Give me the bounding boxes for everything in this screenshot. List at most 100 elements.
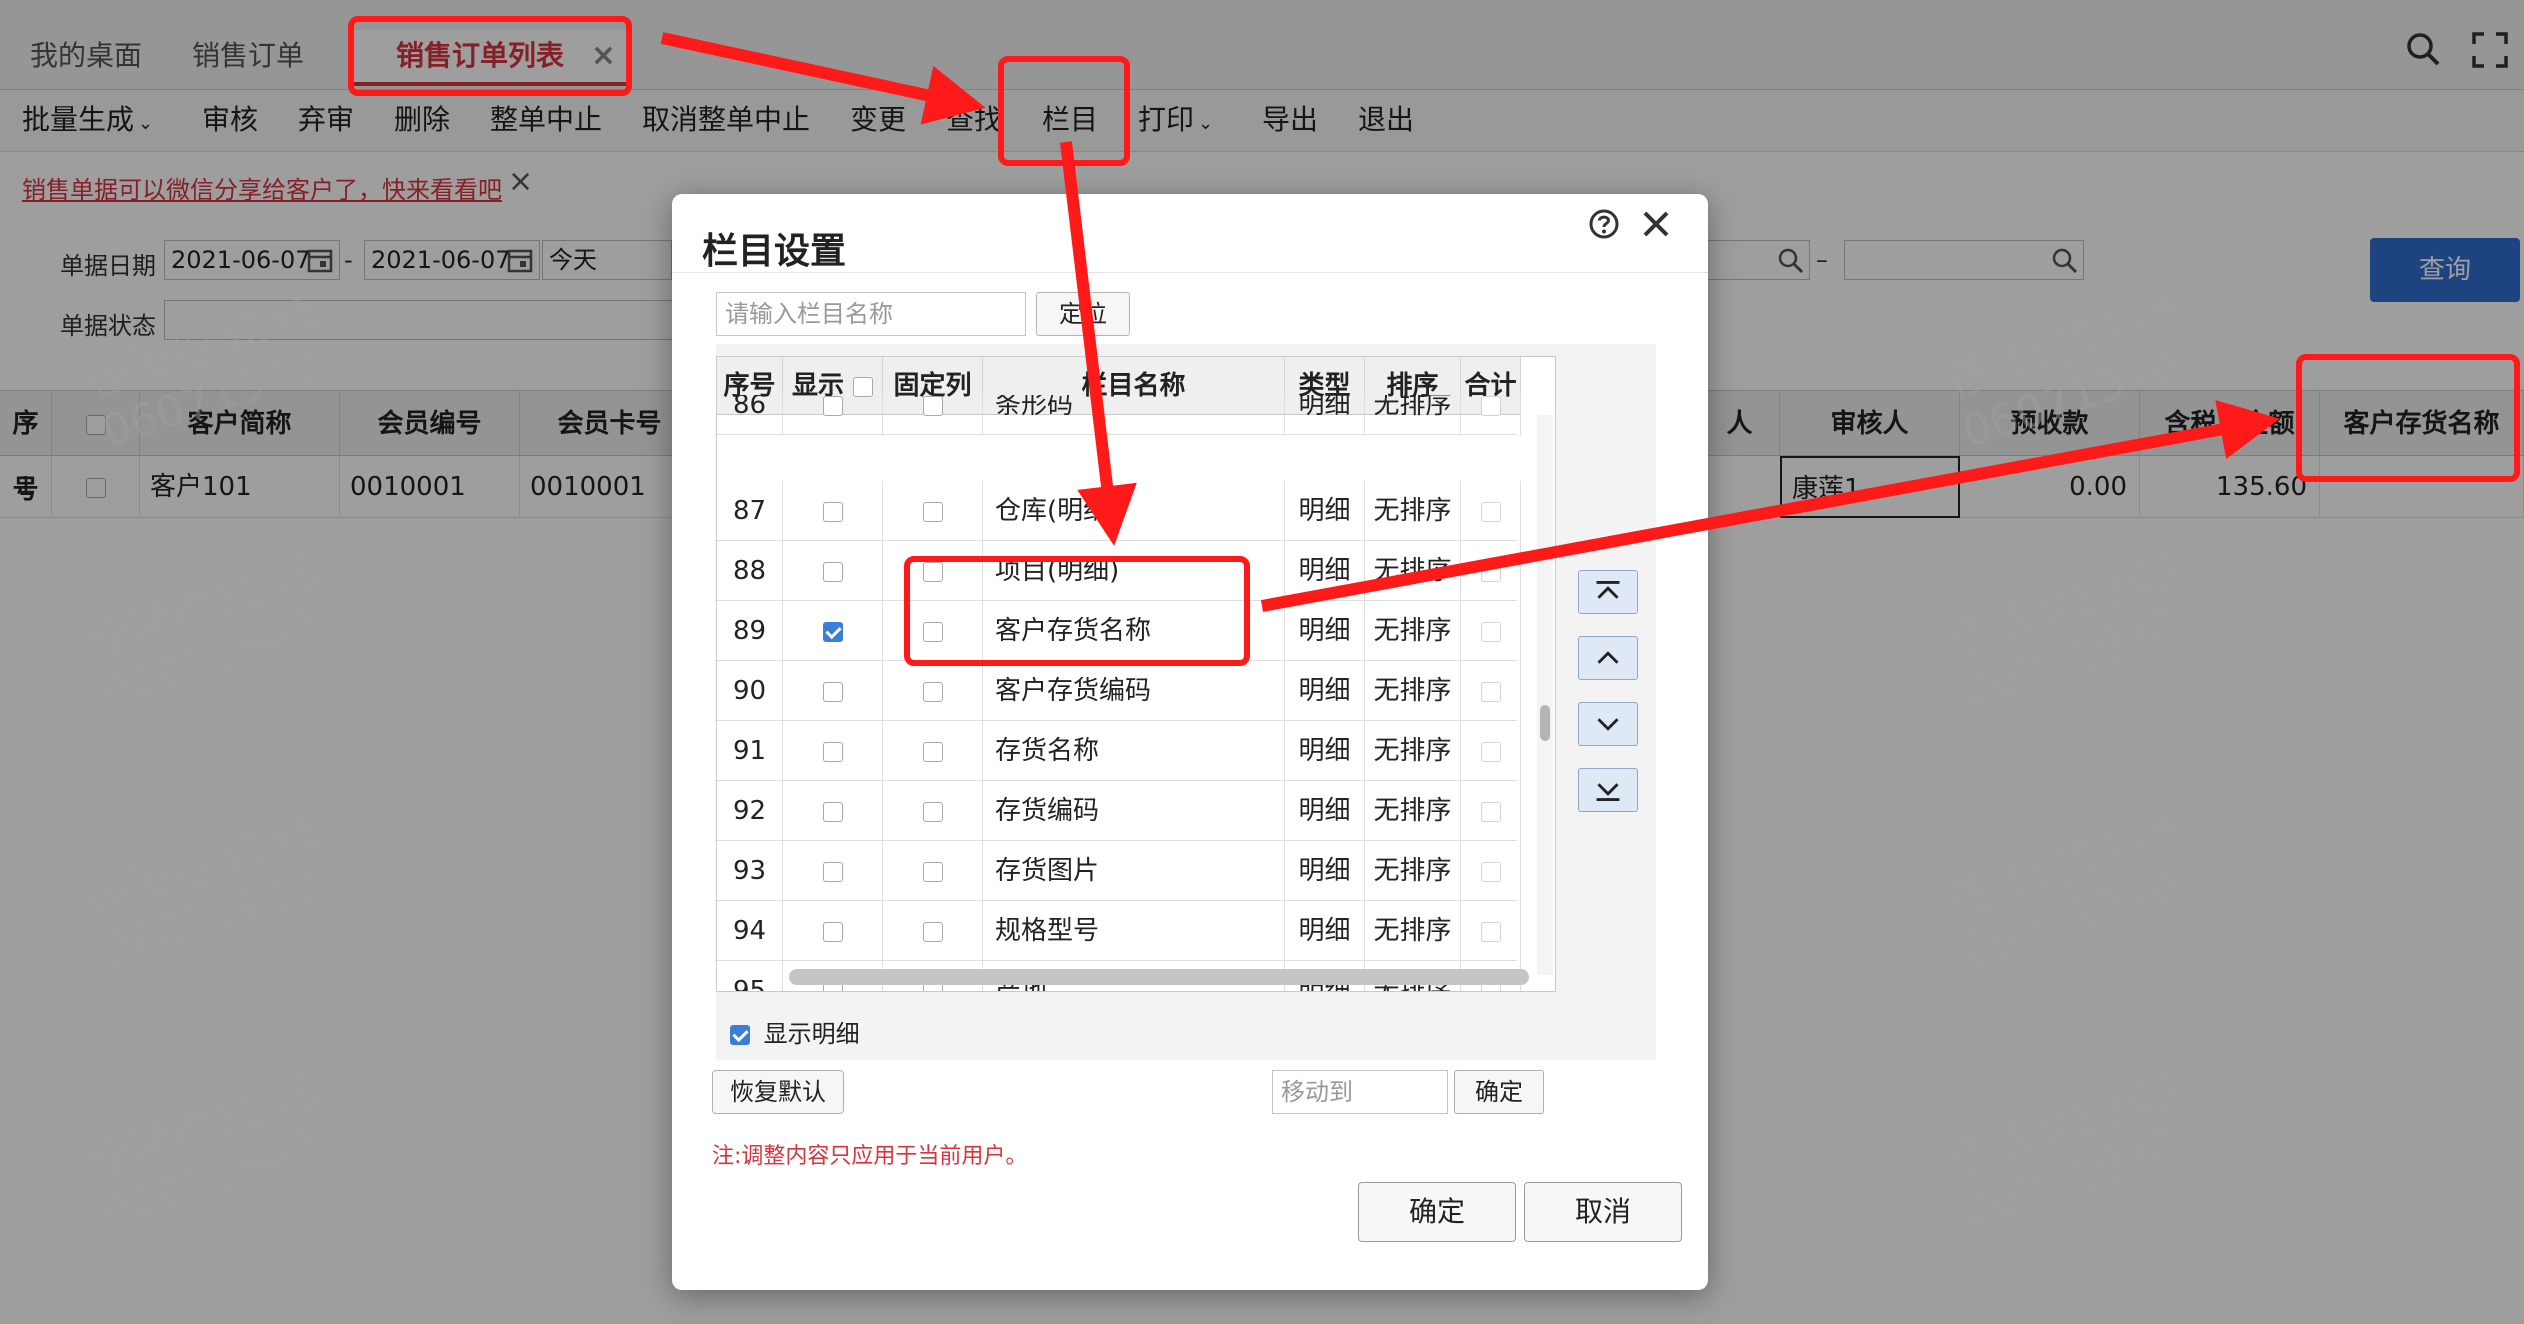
column-row-sum-checkbox[interactable] (1480, 741, 1501, 762)
column-row[interactable]: 87 仓库(明细) 明细 无排序 (717, 481, 1521, 541)
column-row-name: 存货编码 (983, 781, 1285, 841)
help-icon[interactable] (1588, 208, 1620, 240)
column-row-fixed[interactable] (883, 481, 983, 541)
column-row-fixed-checkbox[interactable] (922, 861, 943, 882)
column-row-fixed-checkbox[interactable] (922, 921, 943, 942)
user-scope-note: 注:调整内容只应用于当前用户。 (712, 1144, 1028, 1169)
column-row-sum-checkbox[interactable] (1480, 501, 1501, 522)
column-row[interactable]: 93 存货图片 明细 无排序 (717, 841, 1521, 901)
column-search-input[interactable]: 请输入栏目名称 (716, 292, 1026, 336)
column-row[interactable]: 92 存货编码 明细 无排序 (717, 781, 1521, 841)
column-row-fixed[interactable] (883, 721, 983, 781)
column-row-fixed[interactable] (883, 541, 983, 601)
column-row-show[interactable] (783, 841, 883, 901)
move-bottom-button[interactable] (1578, 768, 1638, 812)
close-icon[interactable] (1640, 208, 1672, 240)
column-row-sum[interactable] (1461, 901, 1521, 961)
column-row-sort: 无排序 (1365, 395, 1461, 435)
column-row-fixed[interactable] (883, 395, 983, 435)
column-row-sum-checkbox[interactable] (1480, 621, 1501, 642)
confirm-button[interactable]: 确定 (1358, 1182, 1516, 1242)
move-top-button[interactable] (1578, 570, 1638, 614)
move-up-button[interactable] (1578, 636, 1638, 680)
column-row-show-checkbox[interactable] (822, 861, 843, 882)
show-detail-checkbox[interactable] (730, 1025, 750, 1045)
column-row-show[interactable] (783, 901, 883, 961)
move-to-top-icon (1596, 581, 1620, 599)
column-row-sum[interactable] (1461, 541, 1521, 601)
column-row-name: 项目(明细) (983, 541, 1285, 601)
vertical-scrollbar[interactable] (1537, 415, 1553, 975)
column-row-show[interactable] (783, 395, 883, 435)
column-row-show[interactable] (783, 721, 883, 781)
column-row-name: 存货图片 (983, 841, 1285, 901)
column-row-fixed-checkbox[interactable] (922, 801, 943, 822)
column-row-sum[interactable] (1461, 721, 1521, 781)
column-row[interactable]: 88 项目(明细) 明细 无排序 (717, 541, 1521, 601)
column-row-sum-checkbox[interactable] (1480, 801, 1501, 822)
move-to-input[interactable]: 移动到 (1272, 1070, 1448, 1114)
column-row-sort: 无排序 (1365, 541, 1461, 601)
column-row-show-checkbox[interactable] (822, 681, 843, 702)
column-row-type: 明细 (1285, 541, 1365, 601)
column-row-fixed[interactable] (883, 781, 983, 841)
column-row-show-checkbox[interactable] (822, 395, 843, 416)
column-row-type: 明细 (1285, 601, 1365, 661)
column-row-type: 明细 (1285, 841, 1365, 901)
column-row[interactable]: 94 规格型号 明细 无排序 (717, 901, 1521, 961)
column-row-show-checkbox[interactable] (822, 801, 843, 822)
column-row-type: 明细 (1285, 481, 1365, 541)
column-row-show[interactable] (783, 661, 883, 721)
column-row-sum[interactable] (1461, 661, 1521, 721)
column-row-type: 明细 (1285, 781, 1365, 841)
column-row-sort: 无排序 (1365, 841, 1461, 901)
column-row-fixed[interactable] (883, 661, 983, 721)
horizontal-scrollbar[interactable] (789, 969, 1529, 985)
column-row-fixed[interactable] (883, 841, 983, 901)
column-row[interactable]: 86 条形码 明细 无排序 (717, 395, 1521, 435)
column-row-show-checkbox[interactable] (822, 621, 843, 642)
column-row-sum-checkbox[interactable] (1480, 395, 1501, 416)
column-row-show-checkbox[interactable] (822, 921, 843, 942)
column-row[interactable]: 91 存货名称 明细 无排序 (717, 721, 1521, 781)
column-row-sum-checkbox[interactable] (1480, 561, 1501, 582)
column-row-fixed-checkbox[interactable] (922, 501, 943, 522)
scroll-thumb[interactable] (1540, 705, 1550, 741)
column-row-sum[interactable] (1461, 781, 1521, 841)
locate-button[interactable]: 定位 (1036, 292, 1130, 336)
column-row-fixed-checkbox[interactable] (922, 561, 943, 582)
show-all-checkbox[interactable] (853, 376, 874, 397)
column-row-fixed-checkbox[interactable] (922, 621, 943, 642)
move-down-button[interactable] (1578, 702, 1638, 746)
column-row[interactable]: 90 客户存货编码 明细 无排序 (717, 661, 1521, 721)
column-row-show-checkbox[interactable] (822, 501, 843, 522)
column-row-sum-checkbox[interactable] (1480, 681, 1501, 702)
column-row-fixed-checkbox[interactable] (922, 395, 943, 416)
move-to-confirm-button[interactable]: 确定 (1454, 1070, 1544, 1114)
column-row-sum[interactable] (1461, 841, 1521, 901)
column-row-show[interactable] (783, 781, 883, 841)
column-row-type: 明细 (1285, 901, 1365, 961)
column-row-no: 90 (717, 661, 783, 721)
cancel-button[interactable]: 取消 (1524, 1182, 1682, 1242)
column-row-show[interactable] (783, 601, 883, 661)
show-detail-toggle[interactable]: 显示明细 (730, 1014, 860, 1049)
column-row-sum[interactable] (1461, 395, 1521, 435)
column-row-sum[interactable] (1461, 481, 1521, 541)
column-row-sum-checkbox[interactable] (1480, 921, 1501, 942)
column-row-type: 明细 (1285, 721, 1365, 781)
column-row-show-checkbox[interactable] (822, 561, 843, 582)
column-row-fixed[interactable] (883, 601, 983, 661)
column-row-show-checkbox[interactable] (822, 741, 843, 762)
column-row-no: 95 (717, 961, 783, 991)
column-row-fixed-checkbox[interactable] (922, 741, 943, 762)
restore-default-button[interactable]: 恢复默认 (712, 1070, 844, 1114)
column-row[interactable]: 89 客户存货名称 明细 无排序 (717, 601, 1521, 661)
column-row-sum[interactable] (1461, 601, 1521, 661)
column-row-sum-checkbox[interactable] (1480, 861, 1501, 882)
column-row-show[interactable] (783, 481, 883, 541)
column-row-show[interactable] (783, 541, 883, 601)
column-row-fixed-checkbox[interactable] (922, 681, 943, 702)
column-row-no: 86 (717, 395, 783, 435)
column-row-fixed[interactable] (883, 901, 983, 961)
